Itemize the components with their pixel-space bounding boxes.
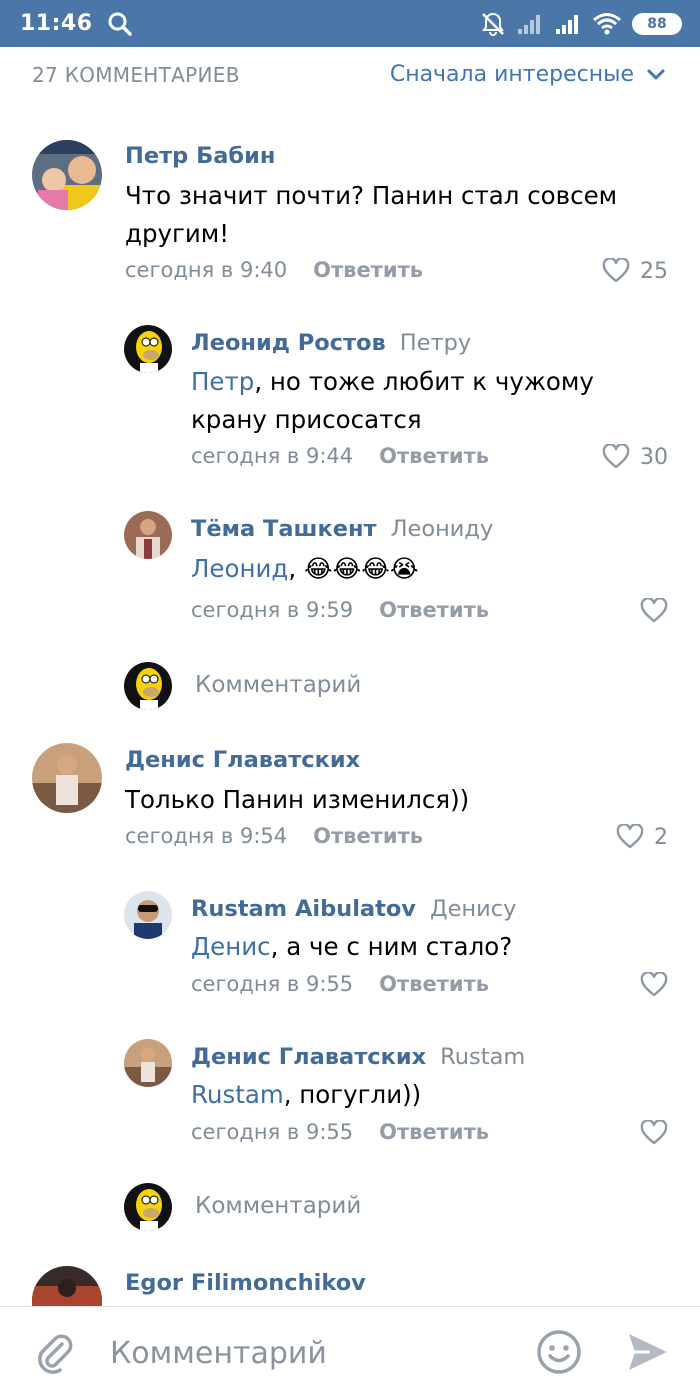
- signal-icon: [554, 13, 582, 35]
- comment-author[interactable]: Rustam Aibulatov Денису: [191, 896, 516, 922]
- comment-text-line: , а че с ним стало?: [270, 932, 513, 961]
- comment-author[interactable]: Денис Главатских: [125, 747, 360, 773]
- search-icon: [107, 11, 133, 37]
- comment-time: сегодня в 9:55: [191, 1120, 354, 1144]
- comment-author[interactable]: Петр Бабин: [125, 143, 275, 169]
- comment-text: Только Панин изменился)): [125, 781, 469, 819]
- comment-time: сегодня в 9:59: [191, 598, 354, 622]
- comment-text-line: Только Панин изменился)): [125, 785, 470, 814]
- reply-button[interactable]: Ответить: [313, 824, 423, 848]
- comment-author[interactable]: Леонид Ростов Петру: [191, 330, 471, 356]
- author-name[interactable]: Денис Главатских: [191, 1044, 426, 1070]
- battery-level: 88: [647, 15, 667, 32]
- status-time: 11:46: [20, 11, 93, 36]
- comment-text-line: другим!: [125, 219, 230, 248]
- comment-meta: сегодня в 9:55 Ответить: [191, 1120, 489, 1144]
- emoji-icon[interactable]: [536, 1329, 582, 1379]
- reply-to-label[interactable]: Rustam: [440, 1044, 525, 1070]
- comment-composer: Комментарий: [0, 1306, 700, 1400]
- reply-button[interactable]: Ответить: [379, 444, 489, 468]
- comment-author[interactable]: Денис Главатских Rustam: [191, 1044, 525, 1070]
- comment-time: сегодня в 9:40: [125, 258, 288, 282]
- avatar[interactable]: [124, 891, 172, 939]
- avatar[interactable]: [124, 511, 172, 559]
- avatar[interactable]: [32, 1266, 102, 1306]
- comment-text: Леонид, 😂😂😂😭: [191, 550, 418, 588]
- like-button[interactable]: 25: [602, 258, 668, 284]
- author-name[interactable]: Денис Главатских: [125, 747, 360, 773]
- comment-meta: сегодня в 9:44 Ответить: [191, 444, 489, 468]
- author-name[interactable]: Петр Бабин: [125, 143, 275, 169]
- avatar[interactable]: [32, 743, 102, 813]
- avatar: [124, 1183, 172, 1231]
- attach-icon[interactable]: [34, 1330, 74, 1378]
- comment-text-line: крану присосатся: [191, 405, 422, 434]
- mention-link[interactable]: Rustam: [191, 1080, 284, 1109]
- comment-text: Что значит почти? Панин стал совсем друг…: [125, 177, 617, 253]
- like-button[interactable]: 30: [602, 444, 668, 470]
- notifications-muted-icon: [480, 11, 506, 37]
- comment-text-line: , но тоже любит к чужому: [254, 367, 594, 396]
- reply-button[interactable]: Ответить: [379, 598, 489, 622]
- mention-link[interactable]: Петр: [191, 367, 254, 396]
- status-bar: 11:46 88: [0, 0, 700, 47]
- chevron-down-icon: [647, 69, 665, 79]
- sort-label: Сначала интересные: [389, 62, 634, 87]
- author-name[interactable]: Rustam Aibulatov: [191, 896, 416, 922]
- reply-to-label[interactable]: Леониду: [391, 516, 494, 542]
- avatar: [124, 662, 172, 710]
- reply-input-placeholder[interactable]: Комментарий: [195, 1193, 361, 1219]
- author-name[interactable]: Тёма Ташкент: [191, 516, 377, 542]
- like-count: 25: [640, 258, 668, 284]
- comment-meta: сегодня в 9:59 Ответить: [191, 598, 489, 622]
- comment-text-line: , погугли)): [283, 1080, 422, 1109]
- send-icon[interactable]: [626, 1331, 670, 1377]
- signal-icon: [516, 13, 544, 35]
- comment-meta: сегодня в 9:40 Ответить: [125, 258, 423, 282]
- heart-icon: [640, 598, 668, 623]
- comment-text-line: Что значит почти? Панин стал совсем: [125, 181, 618, 210]
- author-name[interactable]: Egor Filimonchikov: [125, 1270, 366, 1296]
- mention-link[interactable]: Денис: [191, 932, 271, 961]
- mention-link[interactable]: Леонид: [191, 554, 288, 583]
- comment-author[interactable]: Тёма Ташкент Леониду: [191, 516, 493, 542]
- comment-meta: сегодня в 9:55 Ответить: [191, 972, 489, 996]
- comment-text: Денис, а че с ним стало?: [191, 928, 512, 966]
- like-count: 2: [654, 824, 668, 850]
- reply-button[interactable]: Ответить: [313, 258, 423, 282]
- comments-count: 27 КОММЕНТАРИЕВ: [32, 62, 240, 87]
- sort-dropdown[interactable]: Сначала интересные: [390, 62, 666, 87]
- comment-text-line: , 😂😂😂😭: [288, 554, 419, 583]
- comment-author[interactable]: Egor Filimonchikov: [125, 1270, 366, 1296]
- heart-icon: [640, 1120, 668, 1145]
- like-button[interactable]: 2: [616, 824, 668, 850]
- reply-to-label[interactable]: Петру: [400, 330, 471, 356]
- heart-icon: [616, 824, 644, 849]
- reply-button[interactable]: Ответить: [379, 972, 489, 996]
- comment-text: Rustam, погугли)): [191, 1076, 421, 1114]
- like-button[interactable]: [640, 1120, 668, 1146]
- reply-to-label[interactable]: Денису: [430, 896, 516, 922]
- reply-button[interactable]: Ответить: [379, 1120, 489, 1144]
- reply-input-placeholder[interactable]: Комментарий: [195, 672, 361, 698]
- like-button[interactable]: [640, 972, 668, 998]
- comment-text: Петр, но тоже любит к чужому крану присо…: [191, 363, 594, 439]
- author-name[interactable]: Леонид Ростов: [191, 330, 386, 356]
- comment-meta: сегодня в 9:54 Ответить: [125, 824, 423, 848]
- comment-time: сегодня в 9:44: [191, 444, 354, 468]
- heart-icon: [602, 258, 630, 283]
- like-count: 30: [640, 444, 668, 470]
- avatar[interactable]: [32, 140, 102, 210]
- avatar[interactable]: [124, 1039, 172, 1087]
- comments-header: 27 КОММЕНТАРИЕВ Сначала интересные: [0, 47, 700, 102]
- wifi-icon: [592, 12, 622, 36]
- like-button[interactable]: [640, 598, 668, 624]
- heart-icon: [602, 444, 630, 469]
- comment-input[interactable]: Комментарий: [110, 1336, 327, 1371]
- heart-icon: [640, 972, 668, 997]
- battery-icon: 88: [632, 12, 682, 35]
- comment-time: сегодня в 9:54: [125, 824, 288, 848]
- avatar[interactable]: [124, 325, 172, 373]
- comment-time: сегодня в 9:55: [191, 972, 354, 996]
